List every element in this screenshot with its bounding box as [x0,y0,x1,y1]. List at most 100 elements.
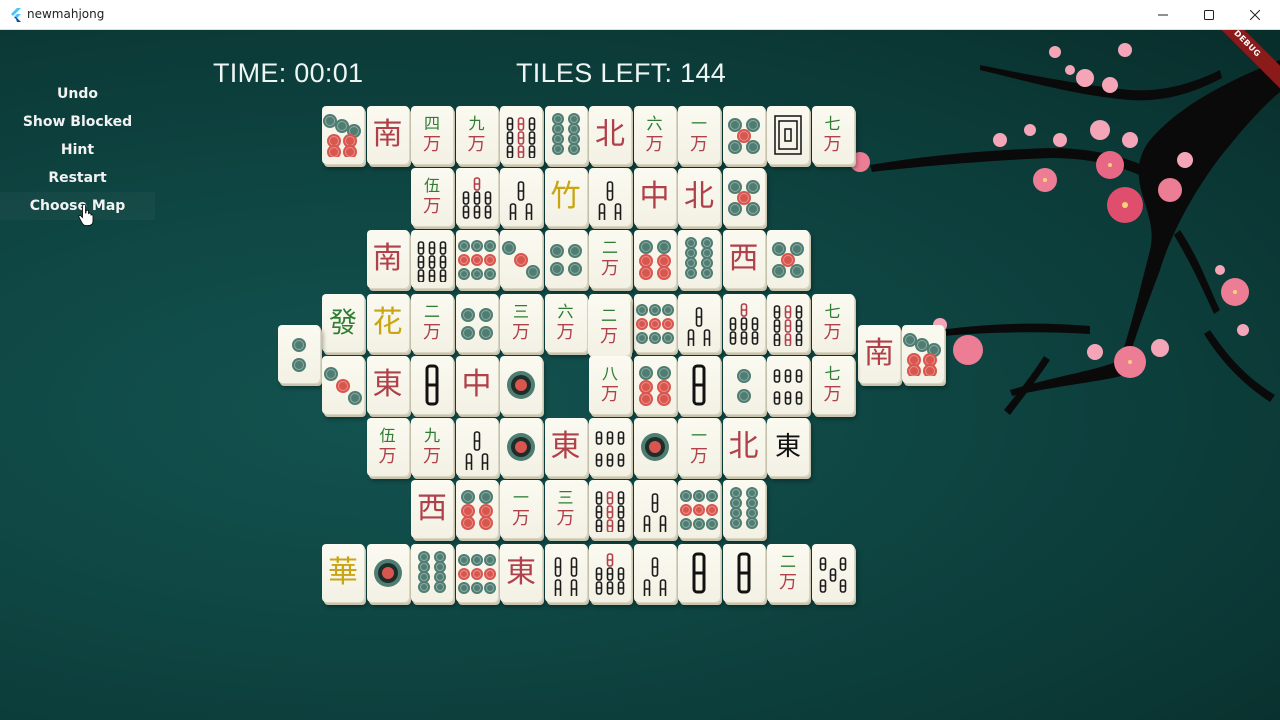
close-icon [1250,10,1260,20]
mahjong-tile-wind[interactable]: 西 [722,230,767,292]
mahjong-tile-character[interactable]: 九万 [455,106,500,168]
mahjong-tile-dragon[interactable]: 中 [455,356,500,418]
maximize-button[interactable] [1186,0,1232,30]
mahjong-tile-character[interactable]: 二万 [767,544,811,606]
mahjong-tile-dots[interactable] [366,544,411,606]
mahjong-tile-character[interactable]: 六万 [633,106,678,168]
mahjong-tile-character[interactable]: 四万 [411,106,455,168]
tile-face [500,168,542,226]
mahjong-tile-wind[interactable]: 北 [722,418,767,480]
mahjong-tile-character[interactable]: 二万 [589,230,633,292]
mahjong-tile-dots[interactable] [455,294,500,356]
tile-face [455,230,498,288]
mahjong-tile-bamboo[interactable] [589,480,633,542]
mahjong-tile-wind[interactable]: 東 [500,544,544,606]
mahjong-tile-bamboo[interactable] [589,544,633,606]
mahjong-tile-character[interactable]: 三万 [544,480,589,542]
mahjong-tile-dots[interactable] [633,230,678,292]
mahjong-tile-wind[interactable]: 東 [366,356,411,418]
mahjong-tile-wind[interactable]: 南 [858,325,902,387]
mahjong-tile-wind[interactable]: 東 [767,418,811,480]
mahjong-tile-character[interactable]: 一万 [678,418,722,480]
tile-face: 伍万 [411,168,453,226]
mahjong-tile-flower[interactable]: 花 [366,294,411,356]
mahjong-tile-character[interactable]: 伍万 [411,168,455,230]
mahjong-tile-dots[interactable] [500,230,544,292]
mahjong-tile-bamboo[interactable] [633,544,678,606]
tile-face: 一万 [678,418,720,476]
mahjong-tile-wind[interactable]: 西 [411,480,455,542]
mahjong-tile-bamboo[interactable] [500,106,544,168]
mahjong-tile-character[interactable]: 七万 [811,356,856,418]
mahjong-tile-bamboo[interactable] [767,294,811,356]
mahjong-tile-dots[interactable] [500,356,544,418]
mahjong-tile-bamboo[interactable] [678,294,722,356]
mahjong-tile-bamboo[interactable] [722,544,767,606]
mahjong-tile-dragon[interactable]: 發 [322,294,366,356]
mahjong-tile-wind[interactable]: 東 [544,418,589,480]
mahjong-tile-character[interactable]: 伍万 [366,418,411,480]
mahjong-tile-character[interactable]: 八万 [589,356,633,418]
mahjong-tile-character[interactable]: 二万 [411,294,455,356]
mahjong-tile-dots[interactable] [455,544,500,606]
mahjong-tile-dots[interactable] [544,230,589,292]
tile-face [411,230,453,288]
mahjong-tile-bamboo[interactable] [589,418,633,480]
mahjong-tile-dots[interactable] [633,418,678,480]
mahjong-tile-character[interactable]: 七万 [811,294,856,356]
tile-face: 北 [589,106,631,164]
mahjong-tile-dots[interactable] [322,106,366,168]
mahjong-tile-dots[interactable] [902,325,946,387]
mahjong-tile-bamboo[interactable] [544,544,589,606]
mahjong-tile-bamboo[interactable] [811,544,856,606]
mahjong-tile-dragon[interactable]: 中 [633,168,678,230]
mahjong-tile-bamboo[interactable] [678,544,722,606]
tile-face [633,418,676,476]
mahjong-tile-character[interactable]: 七万 [811,106,856,168]
mahjong-tile-bamboo[interactable] [455,418,500,480]
mahjong-tile-dots[interactable] [678,230,722,292]
mahjong-tile-dots[interactable] [544,106,589,168]
mahjong-tile-bamboo[interactable] [411,230,455,292]
mahjong-tile-dots[interactable] [411,544,455,606]
mahjong-tile-character[interactable]: 一万 [678,106,722,168]
mahjong-tile-dots[interactable] [322,356,366,418]
mahjong-tile-bamboo[interactable] [722,294,767,356]
mahjong-tile-bamboo[interactable] [678,356,722,418]
mahjong-tile-dots[interactable] [678,480,722,542]
mahjong-tile-wind[interactable]: 北 [589,106,633,168]
mahjong-tile-character[interactable]: 九万 [411,418,455,480]
tile-face [544,106,587,164]
mahjong-tile-character[interactable]: 一万 [500,480,544,542]
mahjong-tile-flower[interactable]: 竹 [544,168,589,230]
mahjong-tile-dots[interactable] [500,418,544,480]
mahjong-tile-dots[interactable] [633,294,678,356]
mahjong-tile-bamboo[interactable] [767,356,811,418]
mahjong-tile-dots[interactable] [722,480,767,542]
tile-face [722,480,765,538]
mahjong-tile-bamboo[interactable] [411,356,455,418]
tile-face: 南 [366,106,409,164]
mahjong-tile-dots[interactable] [722,356,767,418]
mahjong-tile-wind[interactable]: 南 [366,230,411,292]
mahjong-tile-dots[interactable] [455,480,500,542]
mahjong-tile-dots[interactable] [455,230,500,292]
mahjong-tile-dots[interactable] [767,230,811,292]
mahjong-tile-character[interactable]: 二万 [588,298,632,360]
mahjong-tile-character[interactable]: 三万 [500,294,544,356]
close-button[interactable] [1232,0,1278,30]
mahjong-tile-bamboo[interactable] [589,168,633,230]
mahjong-tile-wind[interactable]: 北 [678,168,722,230]
mahjong-tile-dots[interactable] [722,168,767,230]
mahjong-tile-character[interactable]: 六万 [544,294,589,356]
minimize-button[interactable] [1140,0,1186,30]
mahjong-tile-dots[interactable] [278,325,322,387]
mahjong-tile-dots[interactable] [722,106,767,168]
mahjong-tile-bamboo[interactable] [633,480,678,542]
mahjong-tile-bamboo[interactable] [455,168,500,230]
mahjong-tile-bamboo[interactable] [500,168,544,230]
mahjong-tile-dragon[interactable] [767,106,811,168]
mahjong-tile-wind[interactable]: 南 [366,106,411,168]
mahjong-tile-dots[interactable] [633,356,678,418]
mahjong-tile-flower[interactable]: 華 [322,544,366,606]
